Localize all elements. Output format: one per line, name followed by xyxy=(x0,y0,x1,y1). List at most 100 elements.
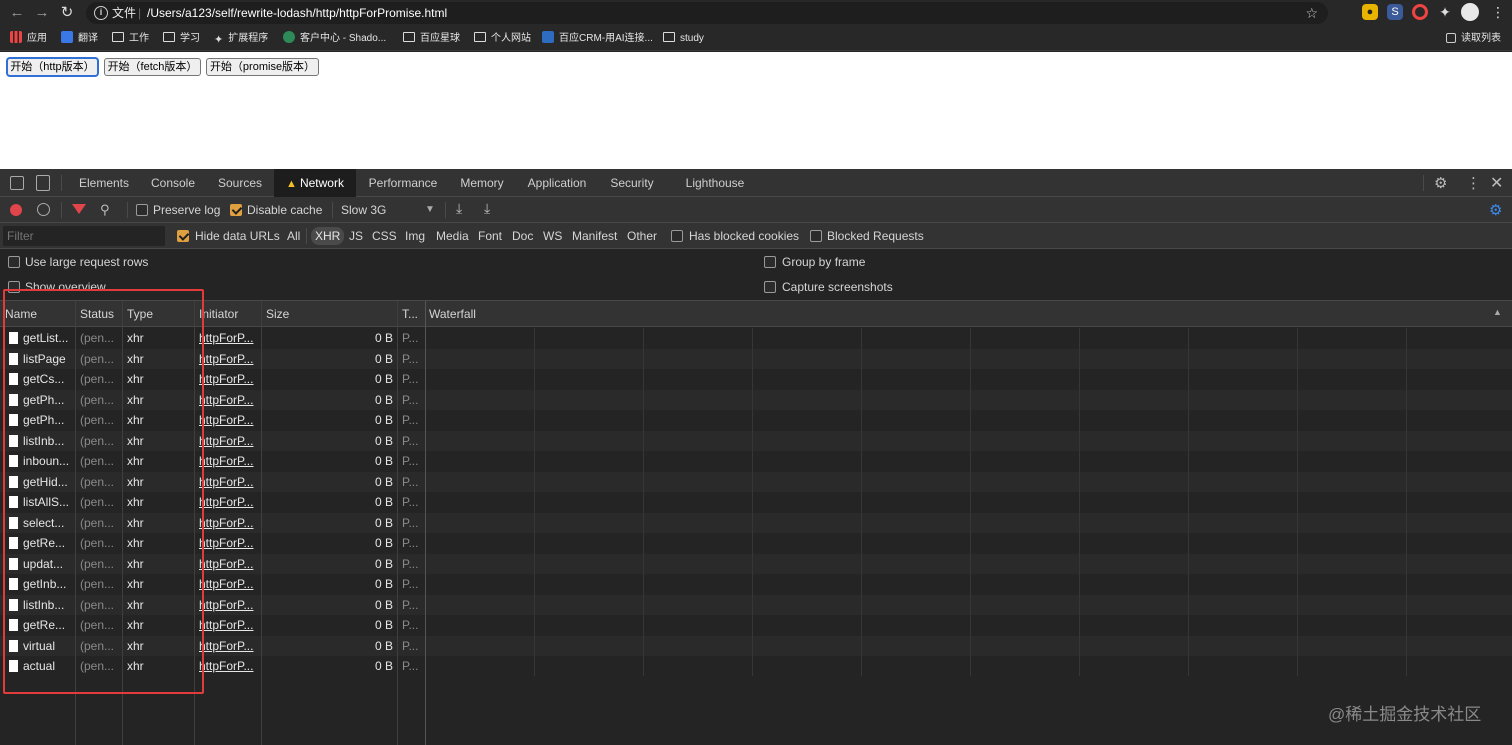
cell-initiator[interactable]: httpForP... xyxy=(199,595,261,615)
cell-initiator[interactable]: httpForP... xyxy=(199,328,261,348)
start-promise-button[interactable]: 开始（promise版本） xyxy=(206,58,319,76)
settings-gear-icon[interactable]: ⚙ xyxy=(1434,174,1447,192)
tab-memory[interactable]: Memory xyxy=(450,169,514,197)
reading-list[interactable]: 读取列表 xyxy=(1446,26,1501,51)
bookmark-extensions[interactable]: ✦ 扩展程序 xyxy=(214,26,268,51)
forward-arrow-icon[interactable]: → xyxy=(32,3,52,23)
network-settings-gear-icon[interactable]: ⚙ xyxy=(1489,201,1502,219)
chevron-down-icon[interactable]: ▼ xyxy=(425,204,435,215)
export-har-icon[interactable]: ⤓ xyxy=(484,200,490,217)
extension-icon[interactable]: ● xyxy=(1362,4,1378,20)
group-by-frame-checkbox[interactable] xyxy=(764,256,776,268)
cell-initiator[interactable]: httpForP... xyxy=(199,615,261,635)
throttle-select[interactable]: Slow 3G xyxy=(341,203,386,217)
cell-time: P... xyxy=(402,454,419,468)
cell-initiator[interactable]: httpForP... xyxy=(199,349,261,369)
cell-initiator[interactable]: httpForP... xyxy=(199,636,261,656)
tab-network[interactable]: ▲ Network xyxy=(274,169,356,197)
cell-initiator[interactable]: httpForP... xyxy=(199,492,261,512)
large-rows-checkbox[interactable] xyxy=(8,256,20,268)
waterfall-gridline xyxy=(1297,328,1298,676)
blocked-requests-checkbox[interactable] xyxy=(810,230,822,242)
filter-type-media[interactable]: Media xyxy=(436,229,469,243)
tab-separator xyxy=(1423,175,1424,191)
filter-type-xhr[interactable]: XHR xyxy=(311,227,345,245)
more-vert-icon[interactable]: ⋮ xyxy=(1490,4,1506,20)
preserve-log-checkbox[interactable] xyxy=(136,204,148,216)
tab-elements[interactable]: Elements xyxy=(68,169,140,197)
hide-data-urls-checkbox[interactable] xyxy=(177,230,189,242)
column-header-time[interactable]: T... xyxy=(402,301,424,327)
back-arrow-icon[interactable]: ← xyxy=(7,3,27,23)
filter-type-js[interactable]: JS xyxy=(349,229,363,243)
capture-screenshots-checkbox[interactable] xyxy=(764,281,776,293)
filter-input[interactable] xyxy=(3,226,165,246)
bookmark-study[interactable]: study xyxy=(663,26,704,51)
cell-initiator[interactable]: httpForP... xyxy=(199,472,261,492)
tab-lighthouse[interactable]: Lighthouse xyxy=(676,169,754,197)
cell-initiator[interactable]: httpForP... xyxy=(199,390,261,410)
filter-type-font[interactable]: Font xyxy=(478,229,502,243)
import-har-icon[interactable]: ⤓ xyxy=(456,200,462,217)
translate-icon xyxy=(61,31,73,43)
puzzle-icon[interactable]: ✦ xyxy=(1437,4,1453,20)
extension-icon[interactable]: S xyxy=(1387,4,1403,20)
sort-ascending-icon[interactable]: ▲ xyxy=(1493,307,1502,317)
start-fetch-button[interactable]: 开始（fetch版本） xyxy=(104,58,201,76)
cell-initiator[interactable]: httpForP... xyxy=(199,533,261,553)
column-header-initiator[interactable]: Initiator xyxy=(199,301,261,327)
reload-icon[interactable]: ↻ xyxy=(57,3,77,23)
cell-initiator[interactable]: httpForP... xyxy=(199,656,261,676)
tab-security[interactable]: Security xyxy=(600,169,664,197)
bookmark-apps[interactable]: 应用 xyxy=(10,26,47,51)
bookmark-study-cn[interactable]: 学习 xyxy=(163,26,200,51)
cell-initiator[interactable]: httpForP... xyxy=(199,451,261,471)
close-icon[interactable]: ✕ xyxy=(1490,173,1503,193)
bookmarks-bar: 应用 翻译 工作 学习 ✦ 扩展程序 客户中心 - Shado... 百应星球 个… xyxy=(0,26,1512,51)
filter-type-manifest[interactable]: Manifest xyxy=(572,229,617,243)
cell-initiator[interactable]: httpForP... xyxy=(199,554,261,574)
bookmark-work[interactable]: 工作 xyxy=(112,26,149,51)
filter-type-all[interactable]: All xyxy=(287,229,300,243)
bookmark-translate[interactable]: 翻译 xyxy=(61,26,98,51)
cell-size: 0 B xyxy=(374,638,393,653)
bookmark-star-icon[interactable]: ☆ xyxy=(1305,2,1318,24)
network-settings-pane: Use large request rows Show overview Gro… xyxy=(0,249,1512,301)
address-bar[interactable]: i 文件 | /Users/a123/self/rewrite-lodash/h… xyxy=(86,2,1328,24)
filter-type-img[interactable]: Img xyxy=(405,229,425,243)
record-button[interactable] xyxy=(10,204,22,216)
address-separator: | xyxy=(138,6,142,20)
tab-performance[interactable]: Performance xyxy=(358,169,448,197)
clear-icon[interactable] xyxy=(37,203,50,216)
profile-avatar[interactable] xyxy=(1461,3,1479,21)
more-vert-icon[interactable]: ⋮ xyxy=(1466,174,1481,192)
tab-sources[interactable]: Sources xyxy=(206,169,274,197)
filter-icon[interactable] xyxy=(72,204,86,214)
cell-initiator[interactable]: httpForP... xyxy=(199,513,261,533)
column-header-waterfall[interactable]: Waterfall xyxy=(429,301,629,327)
inspect-element-icon[interactable] xyxy=(10,176,24,190)
cell-initiator[interactable]: httpForP... xyxy=(199,574,261,594)
cell-initiator[interactable]: httpForP... xyxy=(199,369,261,389)
device-toggle-icon[interactable] xyxy=(36,175,50,191)
filter-type-css[interactable]: CSS xyxy=(372,229,397,243)
bookmark-personal-site[interactable]: 个人网站 xyxy=(474,26,531,51)
info-icon[interactable]: i xyxy=(94,6,108,20)
search-icon[interactable]: ⚲ xyxy=(100,202,110,218)
filter-type-other[interactable]: Other xyxy=(627,229,657,243)
bookmark-label: 学习 xyxy=(180,33,200,44)
column-header-size[interactable]: Size xyxy=(266,301,396,327)
has-blocked-cookies-checkbox[interactable] xyxy=(671,230,683,242)
tab-console[interactable]: Console xyxy=(140,169,206,197)
start-http-button[interactable]: 开始（http版本） xyxy=(7,58,98,76)
filter-type-doc[interactable]: Doc xyxy=(512,229,533,243)
bookmark-crm[interactable]: 百应CRM-用AI连接... xyxy=(542,26,653,51)
bookmark-baiying-planet[interactable]: 百应星球 xyxy=(403,26,460,51)
tab-application[interactable]: Application xyxy=(516,169,598,197)
filter-type-ws[interactable]: WS xyxy=(543,229,562,243)
extension-icon[interactable] xyxy=(1412,4,1428,20)
cell-initiator[interactable]: httpForP... xyxy=(199,431,261,451)
bookmark-customer-center[interactable]: 客户中心 - Shado... xyxy=(283,26,386,51)
disable-cache-checkbox[interactable] xyxy=(230,204,242,216)
cell-initiator[interactable]: httpForP... xyxy=(199,410,261,430)
